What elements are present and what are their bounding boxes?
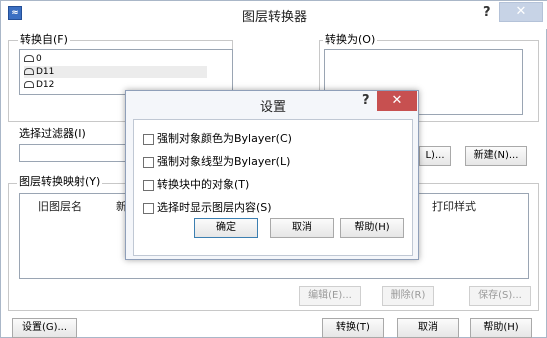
help-button[interactable]: 帮助(H): [470, 318, 532, 338]
edit-button[interactable]: 编辑(E)...: [299, 286, 361, 306]
list-item-label: D12: [36, 80, 55, 90]
option-label: 转换块中的对象(T): [157, 178, 250, 191]
list-item[interactable]: 0: [24, 53, 42, 65]
convert-from-label: 转换自(F): [18, 31, 70, 47]
dialog-help-button[interactable]: 帮助(H): [340, 218, 404, 238]
option-force-linetype[interactable]: 强制对象线型为Bylayer(L): [143, 153, 290, 169]
list-item-label: D11: [36, 67, 55, 77]
column-header-plot-style[interactable]: 打印样式: [432, 198, 476, 214]
checkbox[interactable]: [143, 202, 154, 214]
convert-from-list[interactable]: 0 D11 D12: [19, 49, 233, 95]
layer-icon: [24, 81, 34, 88]
filter-input[interactable]: [19, 144, 129, 162]
dialog-close-button[interactable]: ✕: [377, 91, 417, 111]
checkbox[interactable]: [143, 156, 154, 168]
save-button[interactable]: 保存(S)...: [469, 286, 531, 306]
checkbox[interactable]: [143, 133, 154, 145]
title-bar: ≈ 图层转换器 ? ✕: [1, 1, 547, 29]
dialog-ok-button[interactable]: 确定: [194, 218, 258, 238]
layer-translator-window: ≈ 图层转换器 ? ✕ 转换自(F) 0 D11 D12 选择过滤器(I) 转换…: [0, 0, 547, 338]
help-icon[interactable]: ?: [483, 5, 491, 20]
dialog-panel: 强制对象颜色为Bylayer(C) 强制对象线型为Bylayer(L) 转换块中…: [133, 119, 413, 256]
filter-label: 选择过滤器(I): [19, 127, 86, 140]
settings-dialog: 设置 ? ✕ 强制对象颜色为Bylayer(C) 强制对象线型为Bylayer(…: [125, 90, 419, 260]
layer-icon: [24, 68, 34, 75]
list-item[interactable]: D11: [24, 66, 207, 78]
option-label: 强制对象颜色为Bylayer(C): [157, 132, 292, 145]
option-show-layer-contents[interactable]: 选择时显示图层内容(S): [143, 199, 272, 215]
layer-icon: [24, 55, 34, 62]
option-force-color[interactable]: 强制对象颜色为Bylayer(C): [143, 130, 292, 146]
checkbox[interactable]: [143, 179, 154, 191]
cancel-button[interactable]: 取消: [397, 318, 459, 338]
translate-button[interactable]: 转换(T): [322, 318, 384, 338]
settings-button[interactable]: 设置(G)...: [12, 318, 77, 338]
option-label: 选择时显示图层内容(S): [157, 201, 272, 214]
list-item-label: 0: [36, 54, 42, 64]
dialog-cancel-button[interactable]: 取消: [270, 218, 334, 238]
dialog-help-icon[interactable]: ?: [362, 93, 370, 108]
option-translate-blocks[interactable]: 转换块中的对象(T): [143, 176, 249, 192]
list-item[interactable]: D12: [24, 79, 54, 91]
close-button[interactable]: ✕: [499, 2, 543, 22]
load-button[interactable]: L)...: [419, 146, 451, 166]
new-button[interactable]: 新建(N)...: [465, 146, 527, 166]
delete-button[interactable]: 删除(R): [382, 286, 434, 306]
option-label: 强制对象线型为Bylayer(L): [157, 155, 291, 168]
mapping-label: 图层转换映射(Y): [17, 173, 103, 189]
column-header-old-layer[interactable]: 旧图层名: [38, 198, 82, 214]
dialog-title: 设置: [259, 100, 286, 115]
convert-to-label: 转换为(O): [323, 31, 378, 47]
window-title: 图层转换器: [241, 10, 307, 25]
